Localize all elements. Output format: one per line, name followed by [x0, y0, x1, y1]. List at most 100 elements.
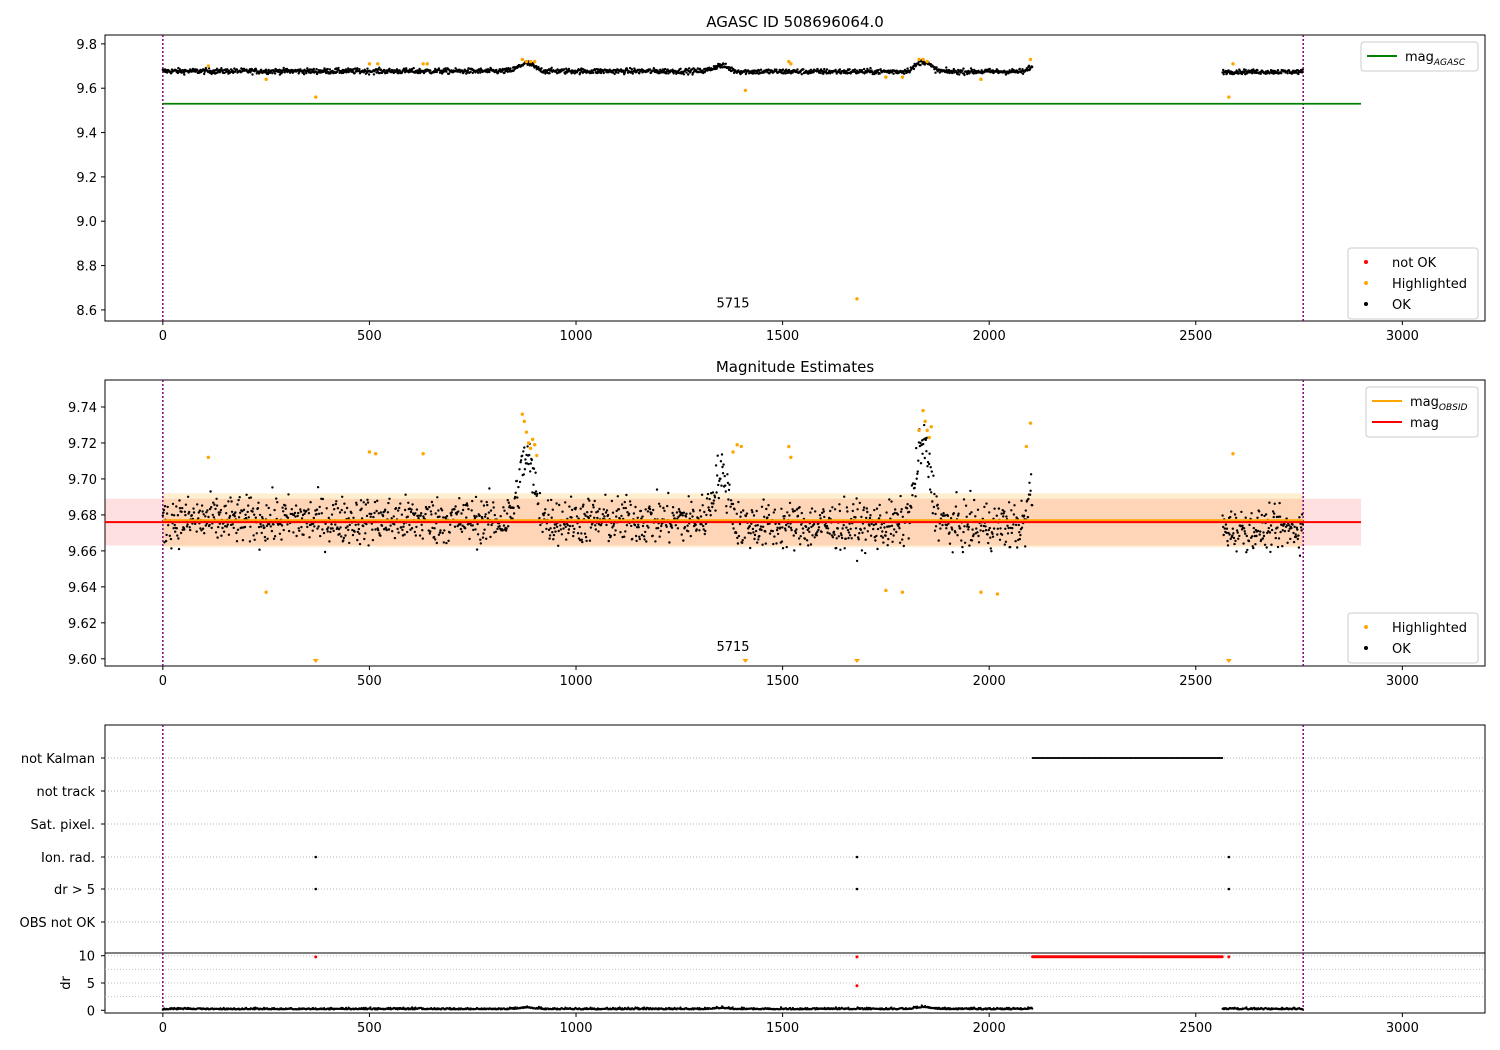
ok-point	[759, 525, 763, 528]
ok-point	[387, 528, 391, 531]
ok-point	[362, 501, 365, 504]
ok-point	[550, 516, 553, 519]
ok-point	[1250, 512, 1253, 515]
highlighted-point	[917, 428, 921, 433]
ok-point	[716, 474, 719, 477]
ok-point	[204, 515, 207, 518]
ok-point	[959, 527, 962, 530]
ok-point	[977, 541, 981, 544]
ok-point	[697, 70, 701, 74]
ok-point	[213, 503, 216, 506]
ok-point	[833, 533, 836, 536]
ok-point	[846, 529, 850, 532]
chart-title: AGASC ID 508696064.0	[706, 13, 884, 31]
ok-point	[219, 508, 223, 512]
ok-point	[462, 503, 465, 507]
ok-point	[1225, 527, 1229, 530]
ok-point	[869, 514, 872, 517]
ok-point	[961, 545, 964, 549]
ok-point	[792, 534, 795, 537]
ok-point	[403, 533, 406, 536]
ok-point	[512, 512, 516, 515]
ok-point	[506, 499, 509, 502]
highlighted-point	[1024, 444, 1029, 449]
ok-point	[216, 536, 219, 539]
ok-point	[276, 501, 279, 504]
ok-point	[388, 497, 391, 500]
ok-point	[802, 68, 805, 71]
ok-point	[607, 539, 610, 543]
highlighted-point	[1231, 62, 1235, 66]
ok-point	[549, 527, 552, 530]
ok-point	[624, 530, 627, 533]
highlighted-point	[979, 77, 983, 82]
ok-point	[638, 72, 641, 75]
ok-point	[346, 525, 349, 528]
ok-point	[820, 530, 823, 534]
ok-point	[163, 505, 167, 508]
ok-point	[428, 532, 431, 535]
ok-point	[887, 537, 890, 541]
ok-point	[847, 531, 851, 534]
highlighted-point	[917, 57, 921, 62]
ok-point	[1007, 526, 1010, 530]
ok-point	[701, 504, 704, 507]
ok-point	[584, 535, 588, 539]
ok-point	[300, 525, 303, 529]
ok-point	[888, 525, 892, 528]
ok-point	[638, 535, 641, 538]
ok-point	[325, 507, 328, 510]
ok-point	[534, 471, 537, 474]
ok-point	[363, 537, 366, 541]
x-tick-label: 1000	[559, 329, 592, 344]
ok-point	[760, 505, 764, 508]
ok-point	[174, 530, 177, 533]
ok-point	[247, 516, 250, 519]
ok-point	[496, 527, 499, 531]
ok-point	[802, 531, 805, 535]
x-tick-label: 1000	[559, 674, 592, 689]
ok-point	[611, 511, 615, 514]
ok-point	[166, 505, 169, 509]
ok-point	[489, 535, 492, 539]
ok-point	[1005, 515, 1008, 518]
ok-point	[810, 507, 814, 510]
ok-point	[358, 532, 361, 535]
dr-point	[369, 1006, 372, 1009]
ok-point	[1244, 516, 1247, 519]
ok-point	[884, 530, 888, 534]
ok-point	[634, 505, 637, 509]
ok-point	[596, 510, 600, 513]
ok-point	[588, 539, 592, 542]
ok-point	[1276, 545, 1280, 549]
ok-point	[736, 542, 740, 545]
ok-point	[321, 528, 324, 531]
plot-area	[104, 34, 1486, 322]
ok-point	[838, 509, 842, 513]
ok-point	[676, 527, 680, 530]
ok-point	[604, 493, 607, 496]
ok-point	[923, 456, 926, 460]
ok-point	[360, 517, 364, 520]
ok-point	[1262, 534, 1266, 538]
highlighted-point	[528, 446, 533, 451]
ok-point	[751, 527, 755, 531]
ok-point	[343, 511, 347, 514]
ok-point	[832, 530, 836, 533]
ok-point	[835, 537, 838, 540]
ok-point	[1291, 523, 1294, 526]
ok-point	[406, 515, 409, 518]
ok-point	[916, 472, 919, 475]
ok-point	[447, 539, 450, 542]
ok-point	[352, 516, 355, 519]
ok-point	[347, 67, 350, 70]
ok-point	[892, 534, 895, 537]
ok-point	[1007, 501, 1011, 504]
ok-point	[712, 502, 715, 505]
ok-point	[825, 524, 829, 528]
ok-point	[597, 530, 600, 533]
ok-point	[404, 493, 407, 496]
ok-point	[284, 507, 287, 510]
ok-point	[1296, 528, 1299, 531]
ok-point	[1004, 540, 1008, 543]
